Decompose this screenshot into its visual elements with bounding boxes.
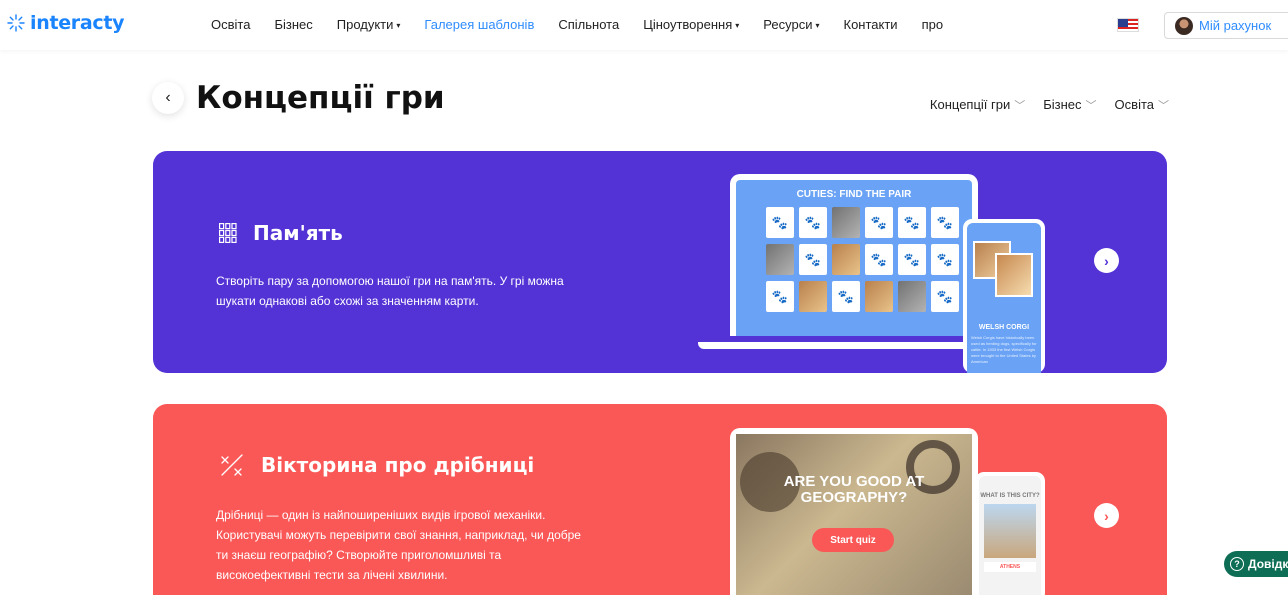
nav-label: Галерея шаблонів [424,17,535,32]
nav-item-pricing[interactable]: Ціноутворення ▾ [643,17,739,32]
dog-tile [799,281,827,312]
caret-down-icon: ▾ [396,21,401,30]
laptop-base [698,342,1008,349]
memory-game-card[interactable]: Пам'ять Створіть пару за допомогою нашої… [153,151,1167,373]
game-title: CUTIES: FIND THE PAIR [796,189,912,200]
quiz-screen: ARE YOU GOOD AT GEOGRAPHY? Start quiz [736,434,972,595]
paw-tile: 🐾 [799,207,827,238]
phone-preview: WHAT IS THIS CITY? ATHENS [975,472,1045,595]
chevron-down-icon: ﹀ [1085,100,1097,112]
colosseum-photo [984,504,1036,558]
page-title: Концепції гри [196,80,445,116]
chevron-down-icon: ﹀ [1158,100,1169,112]
card-description: Дрібниці — один із найпоширеніших видів … [216,508,581,582]
nav-item-business[interactable]: Бізнес [274,17,312,32]
cat-tile [898,281,926,312]
nav-label: Ресурси [763,17,813,32]
trivia-quiz-card[interactable]: Вікторина про дрібниці Дрібниці — один і… [153,404,1167,595]
main-nav: Освіта Бізнес Продукти ▾ Галерея шаблонів… [211,17,967,32]
nav-label: Спільнота [558,17,620,32]
paw-tile: 🐾 [832,281,860,312]
laptop-preview: CUTIES: FIND THE PAIR 🐾 🐾 🐾 🐾 🐾 🐾 🐾 🐾 🐾 … [730,174,978,336]
memory-tile-grid: 🐾 🐾 🐾 🐾 🐾 🐾 🐾 🐾 🐾 🐾 🐾 🐾 [766,207,972,312]
nav-item-template-gallery[interactable]: Галерея шаблонів [424,17,534,32]
paw-tile: 🐾 [931,281,959,312]
phone-answer: ATHENS [984,562,1036,572]
nav-label: Ціноутворення [643,17,733,32]
filter-label: Освіта [1114,97,1154,112]
question-circle-icon: ? [1230,557,1244,571]
top-navigation-bar: interacty Освіта Бізнес Продукти ▾ Галере… [0,0,1288,50]
paw-tile: 🐾 [799,244,827,275]
filter-label: Концепції гри [929,97,1011,112]
logo-text: interacty [30,12,125,34]
nav-item-community[interactable]: Спільнота [558,17,619,32]
nav-label: Освіта [211,17,251,32]
my-account-button[interactable]: Мій рахунок [1164,12,1288,39]
nav-label: Бізнес [274,17,313,32]
filter-business[interactable]: Бізнес ﹀ [1043,97,1096,113]
quiz-headline: ARE YOU GOOD AT GEOGRAPHY? [783,473,925,506]
phone-screen: WELSH CORGI Welsh Corgis have historical… [967,223,1041,373]
chevron-right-icon: › [1104,507,1109,524]
back-button[interactable]: ‹ [152,82,184,114]
game-screen: CUTIES: FIND THE PAIR 🐾 🐾 🐾 🐾 🐾 🐾 🐾 🐾 🐾 … [736,180,972,336]
nav-item-about[interactable]: про [922,17,944,32]
grid-icon [219,223,237,243]
phone-caption: WELSH CORGI [978,324,1030,331]
dog-tile [865,281,893,312]
start-quiz-button: Start quiz [812,528,894,552]
paw-tile: 🐾 [931,244,959,275]
card-description: Створіть пару за допомогою нашої гри на … [216,274,564,308]
nav-item-contacts[interactable]: Контакти [844,17,898,32]
cat-tile [766,244,794,275]
percent-cross-icon [221,454,243,476]
dog-tile [832,244,860,275]
nav-item-education[interactable]: Освіта [211,17,250,32]
user-avatar [1175,16,1193,35]
filter-bar: Концепції гри ﹀ Бізнес ﹀ Освіта ﹀ [930,97,1169,113]
paw-tile: 🐾 [898,207,926,238]
filter-label: Бізнес [1043,97,1082,112]
nav-label: Продукти [336,17,394,32]
corgi-photo [995,253,1033,297]
paw-tile: 🐾 [766,207,794,238]
chevron-right-icon: › [1104,252,1109,269]
chevron-left-icon: ‹ [165,89,171,106]
sparkle-logo-icon [7,14,25,32]
help-button[interactable]: ? Довідка [1224,551,1288,577]
paw-tile: 🐾 [898,244,926,275]
nav-item-resources[interactable]: Ресурси ▾ [763,17,819,32]
laptop-preview: ARE YOU GOOD AT GEOGRAPHY? Start quiz [730,428,978,595]
nav-label: про [921,17,944,32]
next-arrow-button[interactable]: › [1094,503,1119,528]
filter-education[interactable]: Освіта ﹀ [1115,97,1169,113]
chevron-down-icon: ﹀ [1014,100,1026,112]
filter-game-concepts[interactable]: Концепції гри ﹀ [930,97,1025,113]
phone-preview: WELSH CORGI Welsh Corgis have historical… [963,219,1045,373]
card-title: Пам'ять [253,221,343,245]
paw-tile: 🐾 [931,207,959,238]
card-header: Вікторина про дрібниці [219,452,534,478]
paw-tile: 🐾 [865,244,893,275]
us-flag-icon[interactable] [1117,18,1139,32]
caret-down-icon: ▾ [815,21,820,30]
nav-label: Контакти [843,17,898,32]
paw-tile: 🐾 [865,207,893,238]
cat-tile [832,207,860,238]
card-title: Вікторина про дрібниці [261,453,535,477]
phone-text: Welsh Corgis have historically been used… [971,335,1037,364]
card-header: Пам'ять [219,221,343,245]
next-arrow-button[interactable]: › [1094,248,1119,273]
caret-down-icon: ▾ [735,21,740,30]
phone-screen: WHAT IS THIS CITY? ATHENS [979,476,1041,595]
nav-item-products[interactable]: Продукти ▾ [337,17,401,32]
help-label: Довідка [1248,557,1288,571]
account-label: Мій рахунок [1199,18,1272,33]
paw-tile: 🐾 [766,281,794,312]
phone-question: WHAT IS THIS CITY? [980,493,1040,499]
interacty-logo[interactable]: interacty [6,12,125,34]
